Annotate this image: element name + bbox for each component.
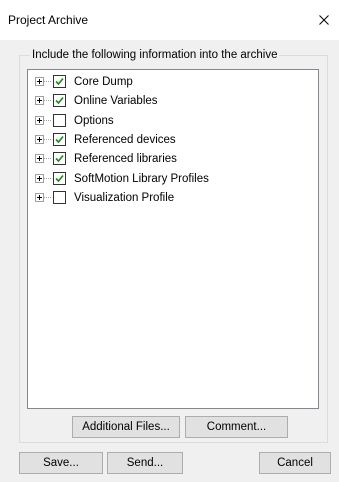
expand-plus-icon[interactable]: [35, 173, 44, 183]
tree-item[interactable]: Online Variables: [28, 92, 318, 110]
checkmark-icon: [55, 97, 64, 105]
tree-item-label: Online Variables: [74, 95, 158, 108]
item-checkbox[interactable]: [53, 113, 66, 127]
tree-item-label: SoftMotion Library Profiles: [74, 172, 209, 185]
title-bar: Project Archive: [0, 0, 339, 40]
checkmark-icon: [55, 155, 64, 163]
tree-connector-line: [44, 138, 51, 141]
comment-button[interactable]: Comment...: [185, 416, 288, 438]
tree-item[interactable]: Visualization Profile: [28, 189, 318, 207]
tree-item-label: Options: [74, 114, 114, 127]
item-checkbox[interactable]: [53, 75, 66, 88]
item-checkbox[interactable]: [53, 152, 66, 166]
item-checkbox[interactable]: [53, 132, 66, 146]
checkmark-icon: [55, 174, 64, 182]
expand-plus-icon[interactable]: [35, 154, 44, 164]
tree-connector-line: [44, 158, 51, 160]
tree-item-label: Visualization Profile: [74, 191, 175, 204]
close-button[interactable]: [309, 0, 339, 40]
tree-connector-line: [44, 100, 51, 102]
item-checkbox[interactable]: [53, 94, 66, 108]
project-archive-dialog: Project Archive Include the following in…: [0, 0, 339, 482]
tree-item[interactable]: Referenced devices: [28, 131, 318, 149]
send-button[interactable]: Send...: [107, 452, 183, 474]
expand-plus-icon[interactable]: [35, 77, 44, 86]
tree-connector-line: [44, 196, 51, 199]
checkmark-icon: [55, 77, 64, 86]
window-title: Project Archive: [8, 13, 89, 27]
groupbox-legend: Include the following information into t…: [30, 48, 280, 63]
tree-item[interactable]: SoftMotion Library Profiles: [28, 170, 318, 188]
tree-item-label: Referenced devices: [74, 133, 176, 146]
expand-plus-icon[interactable]: [35, 192, 44, 202]
additional-files-button[interactable]: Additional Files...: [72, 416, 180, 438]
tree-item[interactable]: Referenced libraries: [28, 150, 318, 168]
expand-plus-icon[interactable]: [35, 134, 44, 144]
archive-items-tree[interactable]: Core Dump Online Variables Options Referenc…: [27, 69, 319, 409]
tree-connector-line: [44, 119, 51, 122]
tree-item-label: Core Dump: [74, 76, 133, 88]
save-button[interactable]: Save...: [19, 452, 103, 474]
tree-item[interactable]: Core Dump: [28, 73, 318, 91]
tree-item[interactable]: Options: [28, 112, 318, 130]
cancel-button[interactable]: Cancel: [259, 452, 331, 474]
expand-plus-icon[interactable]: [35, 96, 44, 106]
tree-item-label: Referenced libraries: [74, 153, 177, 166]
tree-connector-line: [44, 81, 51, 83]
item-checkbox[interactable]: [53, 190, 66, 204]
close-icon: [319, 15, 329, 25]
expand-plus-icon[interactable]: [35, 115, 44, 125]
tree-connector-line: [44, 177, 51, 180]
checkmark-icon: [55, 135, 64, 144]
item-checkbox[interactable]: [53, 171, 66, 185]
